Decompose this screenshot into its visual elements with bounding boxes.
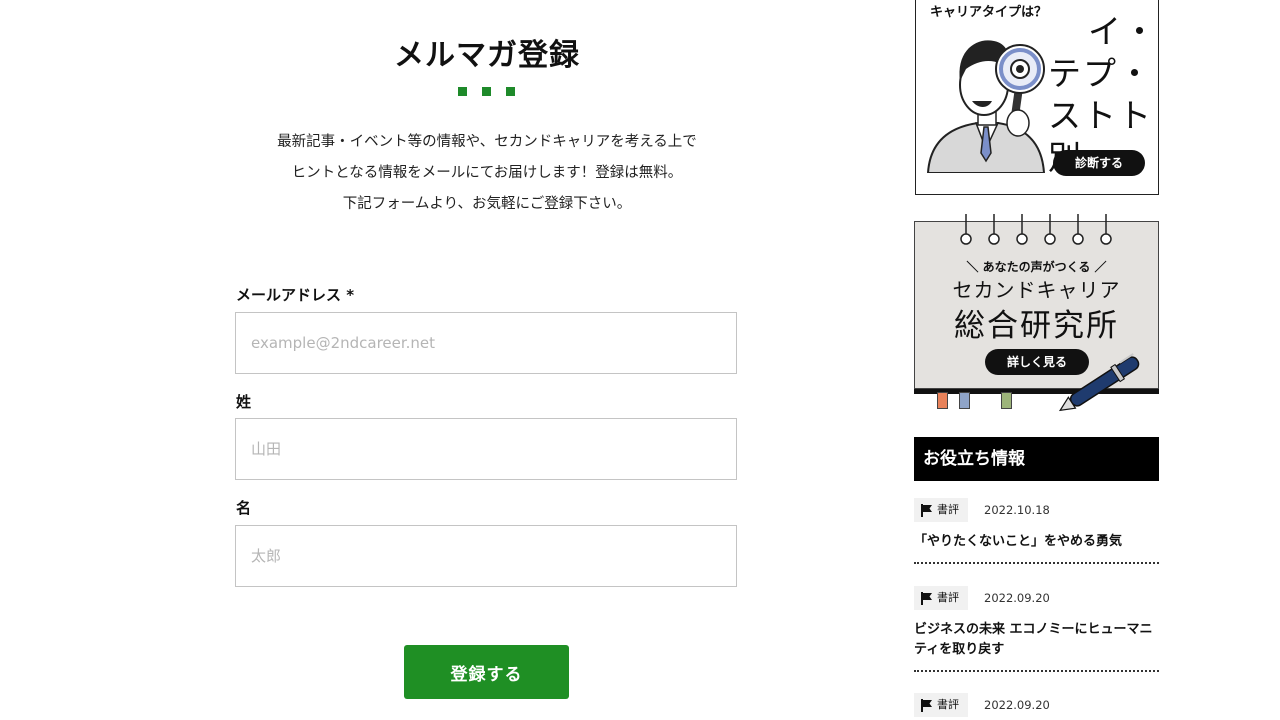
- article-item[interactable]: 書評 2022.09.20 ビジネスの未来 エコノミーにヒューマニティを取り戻す: [914, 586, 1159, 672]
- category-label: 書評: [937, 698, 959, 711]
- category-label: 書評: [937, 591, 959, 604]
- research-institute-banner[interactable]: ＼ あなたの声がつくる ／ セカンドキャリア 総合研究所 詳しく見る: [913, 212, 1160, 412]
- post-date: 2022.09.20: [984, 591, 1050, 605]
- index-tab: [937, 392, 948, 409]
- email-field[interactable]: [235, 312, 737, 374]
- useful-info-heading: お役立ち情報: [914, 437, 1159, 481]
- article-item[interactable]: 書評 2022.09.20: [914, 693, 1159, 717]
- category-label: 書評: [937, 503, 959, 516]
- article-title[interactable]: 「やりたくないこと」をやめる勇気: [914, 532, 1159, 552]
- register-button[interactable]: 登録する: [404, 645, 569, 699]
- first-name-field[interactable]: [235, 525, 737, 587]
- last-name-field[interactable]: [235, 418, 737, 480]
- intro-line: 下記フォームより、お気軽にご登録下さい。: [342, 196, 632, 212]
- index-tab: [959, 392, 970, 409]
- category-tag[interactable]: 書評: [914, 498, 968, 522]
- banner-heading-line: イ・: [1088, 12, 1158, 51]
- first-name-label: 名: [236, 499, 252, 517]
- banner-heading-line: テプ・: [1048, 54, 1153, 93]
- category-tag[interactable]: 書評: [914, 693, 968, 717]
- intro-line: 最新記事・イベント等の情報や、セカンドキャリアを考える上で: [277, 134, 697, 150]
- banner-title-line: 総合研究所: [954, 308, 1119, 344]
- decoration-square: [482, 87, 491, 96]
- notepad-rings: [960, 214, 1112, 245]
- magnifier-man-illustration: [926, 40, 1046, 173]
- banner-subtitle: キャリアタイプは？: [930, 5, 1048, 20]
- flag-icon: [921, 699, 932, 712]
- decoration-square: [506, 87, 515, 96]
- dotted-divider: [914, 670, 1159, 672]
- banner-tagline: ＼ あなたの声がつくる ／: [966, 260, 1107, 274]
- intro-text: 最新記事・イベント等の情報や、セカンドキャリアを考える上で ヒントとなる情報をメ…: [236, 127, 738, 220]
- page-title: メルマガ登録: [394, 38, 580, 73]
- post-date: 2022.09.20: [984, 698, 1050, 712]
- article-item[interactable]: 書評 2022.10.18 「やりたくないこと」をやめる勇気: [914, 498, 1159, 564]
- dotted-divider: [914, 562, 1159, 564]
- last-name-label: 姓: [236, 393, 252, 411]
- decoration-square: [458, 87, 467, 96]
- post-date: 2022.10.18: [984, 503, 1050, 517]
- pen-icon: [1058, 353, 1140, 412]
- intro-line: ヒントとなる情報をメールにてお届けします！登録は無料。: [291, 165, 683, 181]
- flag-icon: [921, 504, 932, 517]
- article-title[interactable]: ビジネスの未来 エコノミーにヒューマニティを取り戻す: [914, 620, 1159, 660]
- title-decoration: [458, 87, 518, 97]
- banner-title-line: セカンドキャリア: [952, 278, 1121, 302]
- email-label: メールアドレス *: [236, 286, 355, 304]
- career-type-diagnosis-banner[interactable]: キャリアタイプは？ イ・ テプ・ ストト別・ 診断する: [915, 0, 1159, 195]
- flag-icon: [921, 592, 932, 605]
- diagnose-button[interactable]: 診断する: [1053, 150, 1145, 176]
- index-tab: [1001, 392, 1012, 409]
- category-tag[interactable]: 書評: [914, 586, 968, 610]
